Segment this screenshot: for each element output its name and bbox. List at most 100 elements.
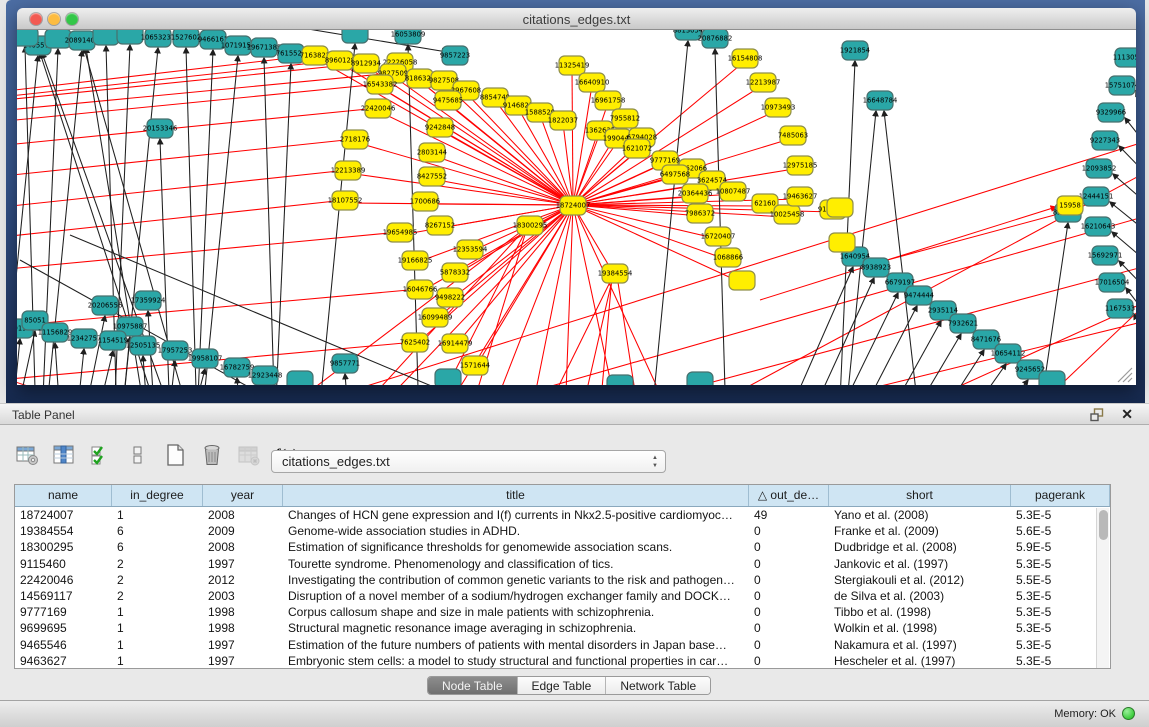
column-header-2[interactable]: year: [203, 485, 283, 506]
graph-node[interactable]: 7485063: [778, 126, 808, 145]
tab-node-table[interactable]: Node Table: [428, 677, 518, 694]
graph-node[interactable]: 16961758: [591, 91, 626, 110]
graph-node[interactable]: 9475685: [433, 91, 463, 110]
graph-node[interactable]: 9857223: [440, 46, 470, 65]
table-source-select[interactable]: citations_edges.txt ▲▼: [271, 450, 666, 473]
graph-node[interactable]: 19654985: [383, 223, 418, 242]
table-row[interactable]: 977716911998Corpus callosum shape and si…: [15, 604, 1110, 620]
graph-node[interactable]: 15958: [1057, 196, 1083, 215]
graph-node[interactable]: 9474444: [904, 286, 934, 305]
graph-node[interactable]: 5878332: [440, 263, 470, 282]
graph-node[interactable]: 2803144: [417, 143, 447, 162]
graph-node[interactable]: 1921854: [840, 41, 870, 60]
graph-node[interactable]: [1039, 371, 1065, 385]
graph-node-hub[interactable]: 18724007: [556, 196, 591, 215]
graph-node[interactable]: [729, 271, 755, 290]
table-row[interactable]: 946362711997Embryonic stem cells: a mode…: [15, 653, 1110, 669]
tab-edge-table[interactable]: Edge Table: [518, 677, 607, 694]
table-row[interactable]: 1456911722003Disruption of a novel membe…: [15, 588, 1110, 604]
graph-node[interactable]: 16154808: [728, 49, 763, 68]
graph-node[interactable]: 8427552: [417, 167, 447, 186]
graph-node[interactable]: 8267152: [425, 216, 455, 235]
table-row[interactable]: 946554611997Estimation of the future num…: [15, 637, 1110, 653]
graph-node[interactable]: [829, 233, 855, 252]
graph-node[interactable]: 1167533: [1105, 299, 1135, 318]
graph-node[interactable]: 16046766: [403, 280, 438, 299]
graph-node[interactable]: 16099489: [418, 308, 453, 327]
graph-node[interactable]: 18107552: [328, 191, 363, 210]
graph-node[interactable]: [435, 369, 461, 385]
graph-node[interactable]: 9227343: [1090, 131, 1120, 150]
graph-node[interactable]: 17016504: [1095, 273, 1130, 292]
graph-node[interactable]: 9857771: [330, 354, 360, 373]
graph-node[interactable]: 16640910: [575, 73, 610, 92]
graph-node[interactable]: 1527602: [171, 30, 201, 47]
table-settings-icon[interactable]: [14, 442, 40, 468]
graph-node[interactable]: 7932621: [948, 314, 978, 333]
graph-node[interactable]: 17359924: [131, 291, 166, 310]
float-panel-icon[interactable]: [1090, 408, 1105, 422]
table-row[interactable]: 2242004622012Investigating the contribut…: [15, 572, 1110, 588]
table-scrollbar[interactable]: [1096, 508, 1109, 668]
graph-node[interactable]: 12213389: [331, 161, 366, 180]
table-row[interactable]: 1938455462009Genome-wide association stu…: [15, 523, 1110, 539]
graph-node[interactable]: 20364436: [678, 184, 713, 203]
graph-node[interactable]: 16914479: [438, 334, 473, 353]
graph-node[interactable]: [607, 375, 633, 385]
graph-node[interactable]: [287, 371, 313, 385]
graph-node[interactable]: 8938923: [861, 258, 891, 277]
table-column-select-icon[interactable]: [51, 442, 77, 468]
graph-node[interactable]: 16053809: [391, 30, 426, 44]
graph-node[interactable]: 7625402: [400, 333, 430, 352]
graph-node[interactable]: 19166825: [398, 251, 433, 270]
graph-node[interactable]: 1113054: [1113, 48, 1136, 67]
graph-node[interactable]: 19384554: [598, 264, 633, 283]
graph-node[interactable]: 1822037: [548, 111, 578, 130]
column-header-4[interactable]: △ out_de…: [749, 485, 829, 506]
column-header-6[interactable]: pagerank: [1011, 485, 1110, 506]
graph-node[interactable]: 16210643: [1081, 217, 1116, 236]
graph-node[interactable]: 12444151: [1079, 187, 1114, 206]
table-row[interactable]: 969969511998Structural magnetic resonanc…: [15, 620, 1110, 636]
graph-node[interactable]: 10807487: [716, 182, 751, 201]
graph-node[interactable]: 9498222: [435, 288, 465, 307]
delete-trash-icon[interactable]: [199, 442, 225, 468]
graph-node[interactable]: 12093852: [1082, 159, 1117, 178]
graph-node[interactable]: 20876882: [698, 30, 733, 48]
graph-node[interactable]: 7955812: [610, 109, 640, 128]
graph-node[interactable]: [687, 372, 713, 385]
graph-node[interactable]: 16543382: [363, 75, 398, 94]
graph-node[interactable]: 12975185: [783, 156, 818, 175]
table-row[interactable]: 1872400712008Changes of HCN gene express…: [15, 507, 1110, 523]
graph-node[interactable]: 20206556: [88, 296, 123, 315]
graph-node[interactable]: 12353594: [453, 240, 488, 259]
graph-node[interactable]: 22420046: [361, 99, 396, 118]
clear-selection-icon[interactable]: [125, 442, 151, 468]
graph-node[interactable]: 12213987: [746, 73, 781, 92]
graph-node[interactable]: 16648784: [863, 91, 898, 110]
table-scrollbar-thumb[interactable]: [1099, 510, 1108, 540]
graph-node[interactable]: 2718176: [340, 130, 370, 149]
graph-node[interactable]: 12342757: [67, 329, 102, 348]
network-canvas[interactable]: 1405572208914061065323715276029466161107…: [17, 30, 1136, 385]
graph-node[interactable]: [827, 198, 853, 217]
citation-network-graph[interactable]: 1405572208914061065323715276029466161107…: [17, 30, 1136, 385]
column-header-1[interactable]: in_degree: [112, 485, 203, 506]
network-window[interactable]: citations_edges.txt 14055722089140610653…: [17, 8, 1136, 385]
graph-node[interactable]: [93, 30, 119, 45]
graph-node[interactable]: 1154519: [98, 331, 128, 350]
column-header-0[interactable]: name: [15, 485, 112, 506]
graph-node[interactable]: [17, 30, 38, 46]
graph-node[interactable]: 8912934: [351, 54, 381, 73]
graph-node[interactable]: 9329966: [1096, 103, 1126, 122]
graph-node[interactable]: [117, 30, 143, 44]
canvas-resize-grip[interactable]: [1118, 368, 1132, 382]
graph-node[interactable]: 1068866: [713, 248, 743, 267]
graph-node[interactable]: 1571644: [460, 356, 490, 375]
graph-node[interactable]: 12923448: [248, 366, 283, 385]
tab-network-table[interactable]: Network Table: [606, 677, 710, 694]
graph-node[interactable]: 16720407: [701, 227, 736, 246]
graph-node[interactable]: 19958107: [188, 349, 223, 368]
graph-node[interactable]: 6497568: [660, 165, 690, 184]
column-header-3[interactable]: title: [283, 485, 749, 506]
